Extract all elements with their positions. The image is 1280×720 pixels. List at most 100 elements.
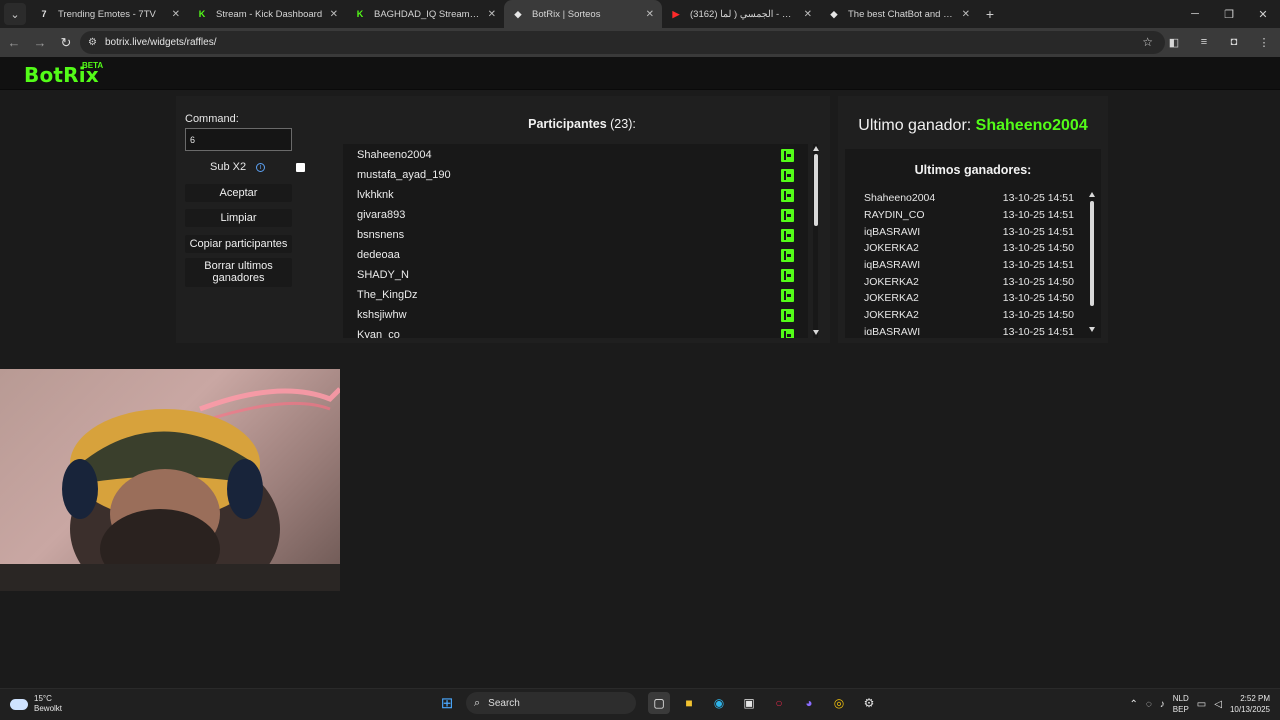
participant-row[interactable]: givara893 <box>343 205 808 225</box>
profile-icon[interactable]: ◘ <box>1224 32 1244 52</box>
taskbar-search[interactable]: ⌕ Search <box>466 692 636 714</box>
winner-time: 13-10-25 14:51 <box>1002 225 1074 238</box>
participant-name: Shaheeno2004 <box>357 149 432 161</box>
participant-name: mustafa_ayad_190 <box>357 169 451 181</box>
file-explorer-icon[interactable]: ■ <box>678 692 700 714</box>
winner-time: 13-10-25 14:51 <box>1002 325 1074 335</box>
task-view-icon[interactable]: ▢ <box>648 692 670 714</box>
site-header: BotRix BETA <box>0 57 1280 90</box>
participant-row[interactable]: Kyan_co <box>343 325 808 338</box>
menu-icon[interactable]: ⋮ <box>1254 32 1274 52</box>
back-icon[interactable]: ← <box>2 31 26 55</box>
tab-title: Trending Emotes - 7TV <box>58 8 156 20</box>
edge-icon[interactable]: ◉ <box>708 692 730 714</box>
discord-icon[interactable]: ◕ <box>798 692 820 714</box>
winner-time: 13-10-25 14:51 <box>1002 192 1074 205</box>
participants-list[interactable]: Shaheeno2004 mustafa_ayad_190lvkhknk givar… <box>343 144 808 338</box>
winner-name: iqBASRAWI <box>864 225 921 238</box>
site-info-icon[interactable]: ⚙ <box>88 37 97 48</box>
clock-time: 2:52 PM <box>1240 694 1270 703</box>
browser-tab[interactable]: 7 Trending Emotes - 7TV ✕ <box>30 0 188 28</box>
winner-time: 13-10-25 14:50 <box>1002 242 1074 255</box>
taskbar-apps: ⊞ ⌕ Search ▢ ■ ◉ ▣ ○ ◕ ◎ ⚙ <box>436 692 880 714</box>
participant-name: SHADY_N <box>357 269 409 281</box>
participants-count: (23): <box>610 117 636 131</box>
copy-participants-button[interactable]: Copiar participantes <box>185 235 292 253</box>
tab-close-icon[interactable]: ✕ <box>962 9 970 20</box>
recent-winners-list[interactable]: Shaheeno2004 13-10-25 14:51 RAYDIN_CO 13-10… <box>864 190 1084 335</box>
tab-search-chevron-icon[interactable]: ⌄ <box>4 3 26 25</box>
info-icon[interactable]: i <box>256 163 265 172</box>
extensions-icon[interactable]: ◧ <box>1164 32 1184 52</box>
browser-tab[interactable]: ◆ BotRix | Sorteos ✕ <box>504 0 662 28</box>
language-indicator[interactable]: NLD BEP <box>1173 693 1189 715</box>
microphone-icon[interactable]: ♪ <box>1160 699 1165 710</box>
url-text: botrix.live/widgets/raffles/ <box>104 37 217 48</box>
new-tab-button[interactable]: + <box>978 2 1002 26</box>
tab-close-icon[interactable]: ✕ <box>172 9 180 20</box>
participant-name: givara893 <box>357 209 406 221</box>
kick-icon <box>781 308 794 322</box>
chrome-icon[interactable]: ◎ <box>828 692 850 714</box>
bookmark-star-icon[interactable]: ☆ <box>1142 35 1153 49</box>
tray-chevron-icon[interactable]: ⌃ <box>1129 699 1137 710</box>
tab-close-icon[interactable]: ✕ <box>488 9 496 20</box>
taskbar-clock[interactable]: 2:52 PM 10/13/2025 <box>1230 693 1270 715</box>
settings-icon[interactable]: ⚙ <box>858 692 880 714</box>
tab-close-icon[interactable]: ✕ <box>646 9 654 20</box>
participant-row[interactable]: The_KingDz <box>343 285 808 305</box>
command-input[interactable] <box>185 128 292 151</box>
lang-code-1: NLD <box>1172 694 1189 703</box>
participants-scroll-thumb[interactable] <box>814 154 818 226</box>
restore-icon[interactable]: ❐ <box>1212 0 1246 28</box>
kick-icon <box>781 268 794 282</box>
browser-tab[interactable]: ◆ The best ChatBot and Widgets ✕ <box>820 0 978 28</box>
store-icon[interactable]: ▣ <box>738 692 760 714</box>
window-controls: ─ ❐ ✕ <box>1178 0 1280 28</box>
weather-widget[interactable]: 15°C Bewolkt <box>10 694 62 714</box>
scroll-up-icon[interactable] <box>813 146 819 151</box>
participant-row[interactable]: bsnsnens <box>343 225 808 245</box>
opera-icon[interactable]: ○ <box>768 692 790 714</box>
participant-name: dedeoaa <box>357 249 400 261</box>
media-icon[interactable]: ≡ <box>1194 32 1214 52</box>
participant-row[interactable]: kshsjiwhw <box>343 305 808 325</box>
forward-icon[interactable]: → <box>28 31 52 55</box>
windows-start-icon[interactable]: ⊞ <box>436 692 458 714</box>
tab-close-icon[interactable]: ✕ <box>330 9 338 20</box>
sub-x2-checkbox[interactable] <box>296 163 305 172</box>
close-window-icon[interactable]: ✕ <box>1246 0 1280 28</box>
participant-row[interactable]: Shaheeno2004 <box>343 145 808 165</box>
browser-tab[interactable]: K Stream - Kick Dashboard ✕ <box>188 0 346 28</box>
tray-app-icon[interactable]: ◌ <box>1146 699 1152 710</box>
participant-row[interactable]: dedeoaa <box>343 245 808 265</box>
botrix-icon: ◆ <box>830 8 838 19</box>
browser-tab[interactable]: ▶ سليم سالم - الجمسي ( لما (3162) ✕ <box>662 0 820 28</box>
browser-tab[interactable]: K BAGHDAD_IQ Stream - Watch L ✕ <box>346 0 504 28</box>
toolbar-icons: ◧ ≡ ◘ ⋮ <box>1164 32 1274 52</box>
volume-icon[interactable]: ◁ <box>1214 699 1222 710</box>
winners-scroll-down-icon[interactable] <box>1089 327 1095 332</box>
kick-icon <box>781 288 794 302</box>
winners-scroll-thumb[interactable] <box>1090 201 1094 306</box>
last-winner: Ultimo ganador: Shaheeno2004 <box>838 117 1108 135</box>
participant-row[interactable]: SHADY_N <box>343 265 808 285</box>
winner-row: RAYDIN_CO 13-10-25 14:51 <box>864 207 1084 224</box>
tab-title: BotRix | Sorteos <box>532 8 601 20</box>
reload-icon[interactable]: ↻ <box>54 31 78 55</box>
accept-button[interactable]: Aceptar <box>185 184 292 202</box>
youtube-icon: ▶ <box>672 8 680 19</box>
winners-scroll-up-icon[interactable] <box>1089 192 1095 197</box>
participants-title: Participantes <box>528 117 607 131</box>
network-icon[interactable]: ▭ <box>1197 699 1206 710</box>
kick-icon <box>781 248 794 262</box>
participant-row[interactable]: lvkhknk <box>343 185 808 205</box>
delete-winners-button[interactable]: Borrar ultimos ganadores <box>185 258 292 287</box>
minimize-icon[interactable]: ─ <box>1178 0 1212 28</box>
participant-row[interactable]: mustafa_ayad_190 <box>343 165 808 185</box>
url-field[interactable]: ⚙ botrix.live/widgets/raffles/ ☆ <box>80 31 1165 54</box>
tab-close-icon[interactable]: ✕ <box>804 9 812 20</box>
scroll-down-icon[interactable] <box>813 330 819 335</box>
tab-title: BAGHDAD_IQ Stream - Watch L <box>374 8 482 20</box>
clear-button[interactable]: Limpiar <box>185 209 292 227</box>
